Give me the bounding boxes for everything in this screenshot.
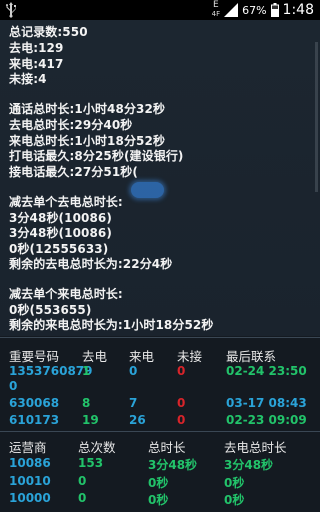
column-header: 运营商 xyxy=(9,440,47,455)
column-header: 未接 xyxy=(177,349,203,364)
table-row[interactable]: 10000 0 0秒 0秒 xyxy=(0,491,320,507)
column-header: 来电 xyxy=(129,349,155,364)
total-duration: 3分48秒 xyxy=(148,458,198,472)
minus-incoming-item: 0秒(553655) xyxy=(9,303,92,317)
table-row[interactable]: 630068 8 7 0 03-17 08:43 xyxy=(0,396,320,412)
phone-number: 1353760879 xyxy=(9,364,93,378)
carrier-number: 10000 xyxy=(9,491,51,505)
call-count: 0 xyxy=(78,491,87,505)
total-call-time: 通话总时长:1小时48分32秒 xyxy=(9,102,166,116)
column-header: 重要号码 xyxy=(9,349,60,364)
table-header: 重要号码 去电 来电 未接 最后联系 xyxy=(0,344,320,364)
outgoing-total-time: 去电总时长:29分40秒 xyxy=(9,118,133,132)
carrier-number: 10010 xyxy=(9,474,51,488)
network-type-label: E xyxy=(213,0,219,10)
last-contact: 03-17 08:43 xyxy=(226,396,307,410)
network-type-indicator: E 4F xyxy=(212,1,220,19)
incoming-total-time: 来电总时长:1小时18分52秒 xyxy=(9,134,166,148)
last-contact: 02-24 23:50 xyxy=(226,364,307,378)
table-row[interactable]: 10010 0 0秒 0秒 xyxy=(0,474,320,490)
missed-value: 0 xyxy=(177,413,186,427)
incoming-value: 7 xyxy=(129,396,138,410)
call-count: 0 xyxy=(78,474,87,488)
remaining-outgoing-time: 剩余的去电总时长为:22分4秒 xyxy=(9,257,173,271)
usb-icon xyxy=(6,2,16,18)
minus-incoming-title: 减去单个来电总时长: xyxy=(9,287,123,301)
total-records: 总记录数:550 xyxy=(9,25,88,39)
minus-outgoing-item: 0秒(12555633) xyxy=(9,242,109,256)
outgoing-value: 8 xyxy=(82,396,91,410)
phone-number: 610173 xyxy=(9,413,60,427)
status-bar: E 4F 67% 1:48 xyxy=(0,0,320,20)
call-count: 153 xyxy=(78,456,104,470)
column-header: 去电 xyxy=(82,349,108,364)
summary-panel[interactable]: 总记录数:550 去电:129 来电:417 未接:4 通话总时长:1小时48分… xyxy=(0,20,320,336)
column-header: 总次数 xyxy=(78,440,116,455)
minus-outgoing-item: 3分48秒(10086) xyxy=(9,211,112,225)
network-sub-label: 4F xyxy=(211,10,221,18)
incoming-value: 0 xyxy=(129,364,138,378)
carrier-table: 运营商 总次数 总时长 去电总时长 10086 153 3分48秒 3分48秒 … xyxy=(0,436,320,512)
column-header: 总时长 xyxy=(148,440,186,455)
longest-incoming-call: 接电话最久:27分51秒( xyxy=(9,165,138,179)
incoming-count: 来电:417 xyxy=(9,57,64,71)
outgoing-duration: 0秒 xyxy=(224,476,245,490)
longest-outgoing-call: 打电话最久:8分25秒(建设银行) xyxy=(9,149,184,163)
missed-count: 未接:4 xyxy=(9,72,47,86)
table-row[interactable]: 610173 19 26 0 02-23 09:09 xyxy=(0,413,320,429)
signal-strength-icon xyxy=(224,3,239,17)
minus-outgoing-item: 3分48秒(10086) xyxy=(9,226,112,240)
remaining-incoming-time: 剩余的来电总时长为:1小时18分52秒 xyxy=(9,318,214,332)
total-duration: 0秒 xyxy=(148,493,169,507)
outgoing-value: 19 xyxy=(82,413,99,427)
redacted-contact-name xyxy=(131,182,164,198)
important-numbers-table: 重要号码 去电 来电 未接 最后联系 1353760879 0 1 0 0 02… xyxy=(0,344,320,428)
total-duration: 0秒 xyxy=(148,476,169,490)
outgoing-count: 去电:129 xyxy=(9,41,64,55)
phone-number: 630068 xyxy=(9,396,60,410)
last-contact: 02-23 09:09 xyxy=(226,413,307,427)
outgoing-value: 1 xyxy=(82,364,91,378)
divider xyxy=(0,337,320,338)
battery-icon xyxy=(270,3,279,17)
phone-number-wrap: 0 xyxy=(9,379,18,393)
outgoing-duration: 3分48秒 xyxy=(224,458,274,472)
column-header: 去电总时长 xyxy=(224,440,287,455)
column-header: 最后联系 xyxy=(226,349,277,364)
carrier-number: 10086 xyxy=(9,456,51,470)
clock: 1:48 xyxy=(282,2,314,18)
incoming-value: 26 xyxy=(129,413,146,427)
scrollbar[interactable] xyxy=(315,42,318,192)
table-row[interactable]: 10086 153 3分48秒 3分48秒 xyxy=(0,456,320,472)
missed-value: 0 xyxy=(177,364,186,378)
minus-outgoing-title: 减去单个去电总时长: xyxy=(9,195,123,209)
missed-value: 0 xyxy=(177,396,186,410)
battery-percent: 67% xyxy=(242,3,267,17)
divider xyxy=(0,431,320,432)
outgoing-duration: 0秒 xyxy=(224,493,245,507)
table-header: 运营商 总次数 总时长 去电总时长 xyxy=(0,436,320,456)
table-row[interactable]: 1353760879 0 1 0 0 02-24 23:50 xyxy=(0,364,320,394)
